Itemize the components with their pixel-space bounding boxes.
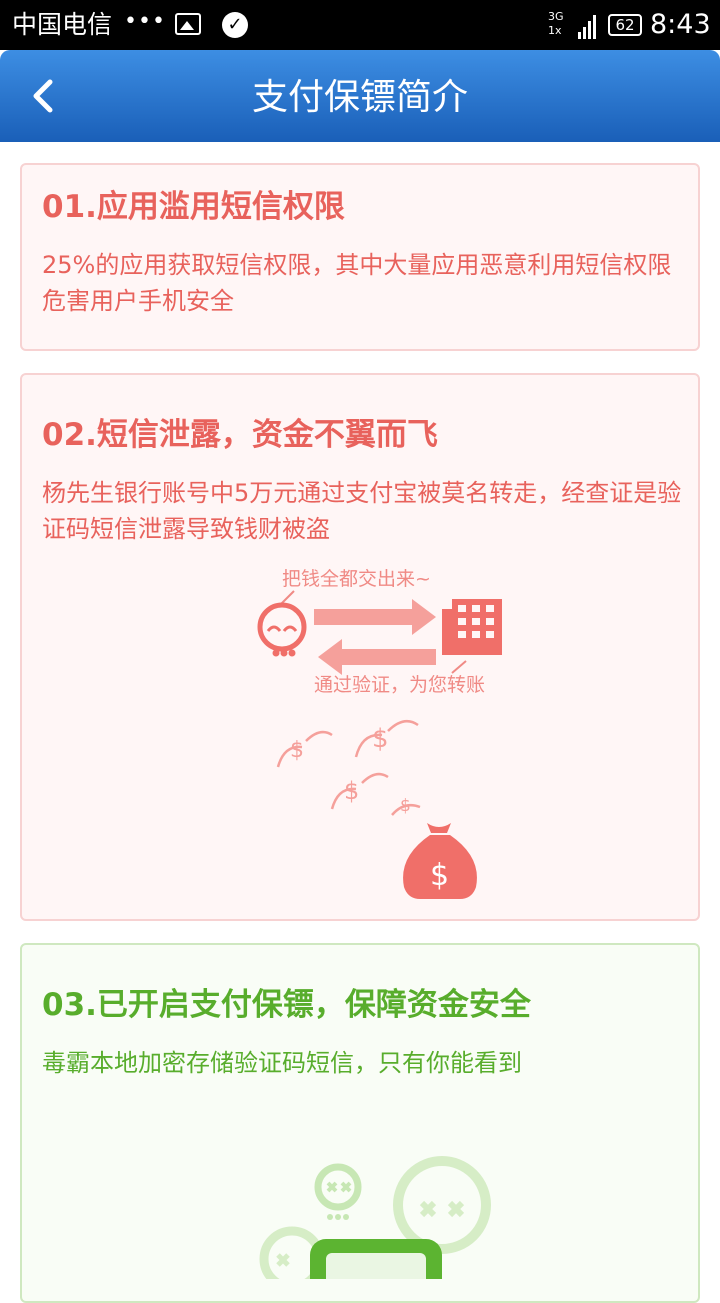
card-title: 01.应用滥用短信权限 [42,189,345,225]
theft-caption-top: 把钱全都交出来~ [282,568,431,590]
card-text: 杨先生银行账号中5万元通过支付宝被莫名转走，经查证是验证码短信泄露导致钱财被盗 [42,479,682,543]
money-bag-icon: $ [403,823,477,899]
small-skull-icon [314,1163,362,1220]
network-1x: 1x [548,24,562,37]
shield-phone-icon [310,1239,442,1279]
page-title: 支付保镖简介 [251,77,468,118]
svg-text:$: $ [372,724,389,754]
card-text: 毒霸本地加密存储验证码短信，只有你能看到 [42,1049,522,1077]
bank-building-icon [442,599,502,655]
title-bar: 支付保镖简介 [0,50,720,142]
carrier-label: 中国电信 [12,10,113,39]
flying-money-icon: $ $ $ $ [276,719,421,816]
skull-icon [257,602,307,657]
protection-illustration [259,1156,491,1279]
network-type: 3G 1x [548,10,564,38]
theft-illustration: 把钱全都交出来~ 通过验证，为您转账 $ $ $ $ $ [257,568,502,899]
card-title: 03.已开启支付保镖，保障资金安全 [42,987,531,1023]
transfer-arrows-icon [314,599,436,675]
battery-icon: 62 [608,14,642,36]
check-circle-icon: ✓ [222,12,248,38]
blocked-skull-icon [393,1156,491,1254]
card-sms-leak: 02.短信泄露，资金不翼而飞 杨先生银行账号中5万元通过支付宝被莫名转走，经查证… [20,373,700,921]
svg-text:$: $ [430,858,449,893]
network-3g: 3G [548,10,564,23]
card-sms-abuse: 01.应用滥用短信权限 25%的应用获取短信权限，其中大量应用恶意利用短信权限危… [20,163,700,351]
notification-dots-icon: ••• [124,9,166,34]
svg-text:$: $ [290,738,304,763]
signal-icon [578,11,600,39]
card-title: 02.短信泄露，资金不翼而飞 [42,417,438,453]
card-text: 25%的应用获取短信权限，其中大量应用恶意利用短信权限危害用户手机安全 [42,251,672,315]
theft-caption-bottom: 通过验证，为您转账 [314,674,485,696]
status-bar: 中国电信 ••• ✓ 3G 1x 62 8:43 [0,0,720,50]
card-protected: 03.已开启支付保镖，保障资金安全 毒霸本地加密存储验证码短信，只有你能看到 [20,943,700,1303]
image-icon [175,13,201,35]
clock: 8:43 [650,9,711,40]
